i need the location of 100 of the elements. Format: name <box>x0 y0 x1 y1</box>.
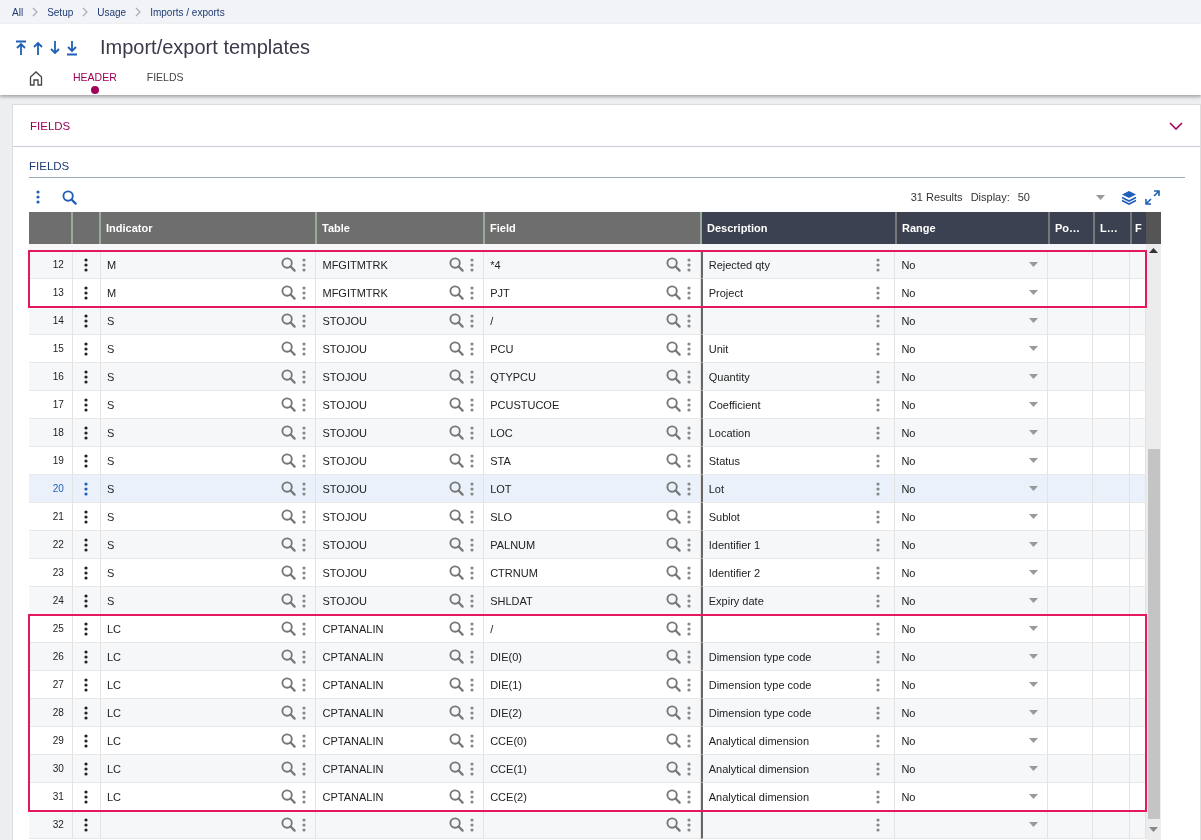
more-options-icon[interactable] <box>84 705 89 720</box>
search-icon[interactable] <box>665 509 681 524</box>
search-icon[interactable] <box>665 313 681 328</box>
dropdown-caret-icon[interactable] <box>1029 542 1039 547</box>
search-icon[interactable] <box>281 257 297 272</box>
search-icon[interactable] <box>665 369 681 384</box>
table-row[interactable]: 15 S STOJOU PCU Unit No <box>29 335 1146 363</box>
search-icon[interactable] <box>449 453 465 468</box>
dropdown-caret-icon[interactable] <box>1029 290 1039 295</box>
dropdown-caret-icon[interactable] <box>1029 654 1039 659</box>
dropdown-caret-icon[interactable] <box>1029 682 1039 687</box>
search-icon[interactable] <box>281 537 297 552</box>
search-icon[interactable] <box>281 789 297 804</box>
search-icon[interactable] <box>665 397 681 412</box>
more-options-icon[interactable] <box>84 593 89 608</box>
search-icon[interactable] <box>281 313 297 328</box>
layers-icon[interactable] <box>1121 189 1137 205</box>
search-icon[interactable] <box>665 733 681 748</box>
dropdown-caret-icon[interactable] <box>1029 458 1039 463</box>
dropdown-caret-icon[interactable] <box>1096 194 1105 200</box>
search-icon[interactable] <box>281 593 297 608</box>
more-options-icon[interactable] <box>84 425 89 440</box>
search-icon[interactable] <box>449 509 465 524</box>
tab[interactable]: FIELDS <box>146 71 184 94</box>
expand-icon[interactable] <box>1145 189 1160 205</box>
column-header[interactable]: Po… <box>1050 212 1095 244</box>
more-options-icon[interactable] <box>84 369 89 384</box>
dropdown-caret-icon[interactable] <box>1029 430 1039 435</box>
column-header[interactable]: Table <box>317 212 485 244</box>
search-icon[interactable] <box>665 817 681 832</box>
search-icon[interactable] <box>665 649 681 664</box>
column-header[interactable]: Range <box>897 212 1050 244</box>
search-icon[interactable] <box>281 649 297 664</box>
search-icon[interactable] <box>281 481 297 496</box>
search-icon[interactable] <box>62 189 77 205</box>
table-row[interactable]: 22 S STOJOU PALNUM Identifier 1 No <box>29 531 1146 559</box>
search-icon[interactable] <box>449 761 465 776</box>
last-record-icon[interactable] <box>66 39 78 56</box>
dropdown-caret-icon[interactable] <box>1029 514 1039 519</box>
table-row[interactable]: 17 S STOJOU PCUSTUCOE Coefficient No <box>29 391 1146 419</box>
search-icon[interactable] <box>449 425 465 440</box>
more-options-icon[interactable] <box>84 565 89 580</box>
search-icon[interactable] <box>281 705 297 720</box>
search-icon[interactable] <box>665 257 681 272</box>
search-icon[interactable] <box>665 481 681 496</box>
search-icon[interactable] <box>281 761 297 776</box>
search-icon[interactable] <box>665 593 681 608</box>
search-icon[interactable] <box>281 285 297 300</box>
tab[interactable]: HEADER <box>73 71 117 94</box>
table-row[interactable]: 32 <box>29 811 1146 839</box>
more-options-icon[interactable] <box>84 817 89 832</box>
dropdown-caret-icon[interactable] <box>1029 822 1039 827</box>
table-row[interactable]: 14 S STOJOU / No <box>29 307 1146 335</box>
search-icon[interactable] <box>449 593 465 608</box>
search-icon[interactable] <box>665 705 681 720</box>
search-icon[interactable] <box>449 565 465 580</box>
more-options-icon[interactable] <box>84 761 89 776</box>
search-icon[interactable] <box>449 677 465 692</box>
scroll-up-icon[interactable] <box>1149 248 1158 253</box>
dropdown-caret-icon[interactable] <box>1029 598 1039 603</box>
scrollbar-thumb[interactable] <box>1147 449 1160 819</box>
search-icon[interactable] <box>665 537 681 552</box>
more-options-icon[interactable] <box>84 341 89 356</box>
table-row[interactable]: 19 S STOJOU STA Status No <box>29 447 1146 475</box>
more-options-icon[interactable] <box>84 285 89 300</box>
search-icon[interactable] <box>449 341 465 356</box>
dropdown-caret-icon[interactable] <box>1029 318 1039 323</box>
more-options-icon[interactable] <box>84 509 89 524</box>
table-row[interactable]: 12 M MFGITMTRK *4 Rejected qty No <box>29 251 1146 279</box>
search-icon[interactable] <box>449 817 465 832</box>
search-icon[interactable] <box>665 453 681 468</box>
search-icon[interactable] <box>665 285 681 300</box>
column-header[interactable]: Description <box>702 212 897 244</box>
home-icon[interactable] <box>29 71 43 86</box>
table-row[interactable]: 25 LC CPTANALIN / No <box>29 615 1146 643</box>
search-icon[interactable] <box>665 425 681 440</box>
next-record-icon[interactable] <box>49 39 61 56</box>
search-icon[interactable] <box>281 621 297 636</box>
dropdown-caret-icon[interactable] <box>1029 738 1039 743</box>
search-icon[interactable] <box>449 733 465 748</box>
search-icon[interactable] <box>449 285 465 300</box>
search-icon[interactable] <box>281 369 297 384</box>
breadcrumb-link[interactable]: All <box>12 6 24 18</box>
search-icon[interactable] <box>665 565 681 580</box>
table-row[interactable]: 20 S STOJOU LOT Lot No <box>29 475 1146 503</box>
breadcrumb-link[interactable]: Usage <box>97 6 127 18</box>
search-icon[interactable] <box>281 425 297 440</box>
table-row[interactable]: 29 LC CPTANALIN CCE(0) Analytical dimension No <box>29 727 1146 755</box>
more-options-icon[interactable] <box>84 649 89 664</box>
search-icon[interactable] <box>449 397 465 412</box>
table-row[interactable]: 26 LC CPTANALIN DIE(0) Dimension type code No <box>29 643 1146 671</box>
scroll-down-icon[interactable] <box>1149 827 1158 832</box>
search-icon[interactable] <box>449 789 465 804</box>
search-icon[interactable] <box>449 705 465 720</box>
chevron-down-icon[interactable] <box>1169 121 1183 130</box>
more-options-icon[interactable] <box>84 677 89 692</box>
dropdown-caret-icon[interactable] <box>1029 346 1039 351</box>
search-icon[interactable] <box>449 369 465 384</box>
search-icon[interactable] <box>281 453 297 468</box>
more-options-icon[interactable] <box>84 453 89 468</box>
